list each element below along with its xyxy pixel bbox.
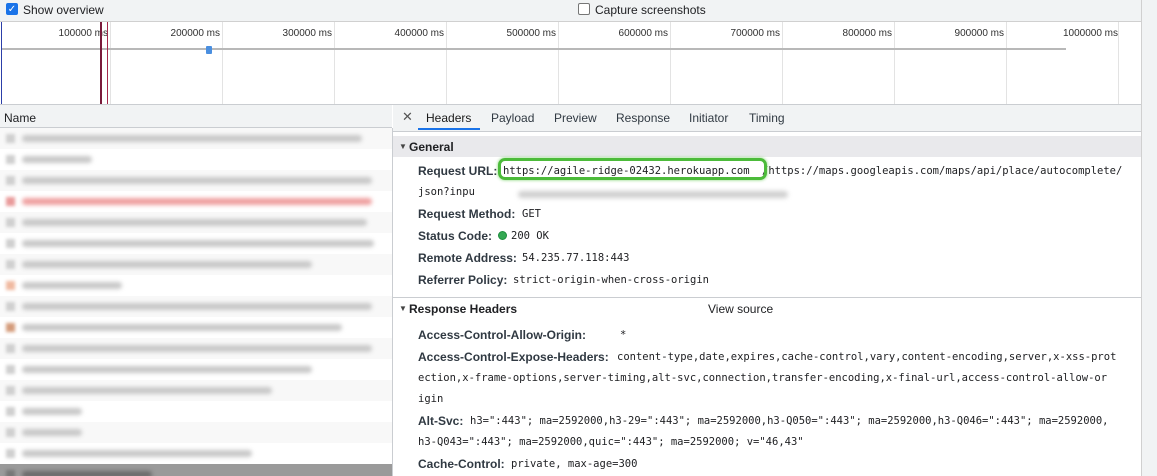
status-code-key: Status Code: (418, 229, 493, 243)
list-item[interactable] (0, 254, 392, 275)
list-item[interactable] (0, 401, 392, 422)
grid-line (894, 22, 895, 104)
list-item[interactable] (0, 464, 392, 476)
tick-label: 600000 ms (618, 28, 668, 39)
tick-label: 800000 ms (842, 28, 892, 39)
response-headers-title: Response Headers (409, 302, 518, 316)
right-scrollbar[interactable] (1141, 0, 1157, 476)
list-item[interactable] (0, 275, 392, 296)
list-item[interactable] (0, 338, 392, 359)
load-marker (107, 22, 108, 104)
cache-control-key: Cache-Control: (418, 457, 505, 471)
tab-response[interactable]: Response (616, 111, 670, 125)
remote-address-key: Remote Address: (418, 251, 517, 265)
tick-label: 400000 ms (394, 28, 444, 39)
tab-preview[interactable]: Preview (554, 111, 597, 125)
list-item[interactable] (0, 212, 392, 233)
redacted-query (518, 191, 788, 198)
grid-line (670, 22, 671, 104)
close-icon[interactable]: ✕ (402, 109, 413, 125)
details-tab-bar: ✕ Headers Payload Preview Response Initi… (393, 105, 1141, 132)
alt-svc-key: Alt-Svc: (418, 414, 464, 428)
aceh-key: Access-Control-Expose-Headers: (418, 350, 609, 364)
list-item[interactable] (0, 443, 392, 464)
load-marker (100, 22, 102, 104)
aceh-value-line1: content-type,date,expires,cache-control,… (617, 351, 1117, 363)
tick-label: 200000 ms (170, 28, 220, 39)
show-overview-label[interactable]: Show overview (23, 3, 104, 17)
list-item[interactable] (0, 128, 392, 149)
capture-screenshots-checkbox[interactable] (578, 3, 590, 15)
highlight-annotation (498, 158, 767, 180)
overview-timeline[interactable]: 100000 ms 200000 ms 300000 ms 400000 ms … (0, 22, 1141, 105)
grid-line (222, 22, 223, 104)
list-item[interactable] (0, 359, 392, 380)
grid-line (558, 22, 559, 104)
tick-label: 500000 ms (506, 28, 556, 39)
request-bar (206, 46, 212, 54)
tab-headers[interactable]: Headers (426, 111, 471, 125)
list-item[interactable] (0, 422, 392, 443)
grid-line (1118, 22, 1119, 104)
status-code-text: 200 OK (511, 230, 549, 242)
list-item[interactable] (0, 296, 392, 317)
grid-line (446, 22, 447, 104)
request-method-value: GET (522, 208, 541, 220)
network-settings-bar: ✓ Show overview Capture screenshots (0, 0, 1141, 22)
request-details-panel: ✕ Headers Payload Preview Response Initi… (393, 105, 1141, 476)
request-activity-track (2, 48, 1066, 50)
request-method-key: Request Method: (418, 207, 516, 221)
acao-value: * (620, 329, 627, 341)
request-url-continuation: json?inpu (418, 186, 475, 198)
tick-label: 1000000 ms (1062, 28, 1118, 39)
request-list[interactable] (0, 128, 393, 476)
active-tab-indicator (418, 128, 480, 130)
general-section-title: General (409, 140, 454, 154)
aceh-value-line3: igin (418, 393, 444, 405)
grid-line (334, 22, 335, 104)
capture-screenshots-label[interactable]: Capture screenshots (595, 3, 706, 17)
tick-label: 100000 ms (58, 28, 108, 39)
list-item[interactable] (0, 191, 392, 212)
tab-timing[interactable]: Timing (749, 111, 785, 125)
list-item[interactable] (0, 317, 392, 338)
grid-line (110, 22, 111, 104)
list-item[interactable] (0, 170, 392, 191)
referrer-policy-value: strict-origin-when-cross-origin (513, 274, 709, 286)
referrer-policy-key: Referrer Policy: (418, 273, 508, 287)
status-ok-icon (498, 231, 507, 240)
name-column-label: Name (4, 111, 37, 125)
show-overview-checkbox[interactable]: ✓ (6, 3, 18, 15)
dom-content-loaded-marker (1, 22, 2, 104)
tab-initiator[interactable]: Initiator (689, 111, 728, 125)
acao-key: Access-Control-Allow-Origin: (418, 328, 587, 342)
request-url-key: Request URL: (418, 164, 498, 178)
general-section-header[interactable]: ▼ General (393, 136, 1141, 157)
grid-line (1006, 22, 1007, 104)
view-source-link[interactable]: View source (708, 302, 773, 316)
list-item[interactable] (0, 380, 392, 401)
collapse-triangle-icon: ▼ (399, 142, 407, 151)
alt-svc-value-line1: h3=":443"; ma=2592000,h3-29=":443"; ma=2… (470, 415, 1109, 427)
tick-label: 300000 ms (282, 28, 332, 39)
collapse-triangle-icon: ▼ (399, 304, 407, 313)
aceh-value-line2: ection,x-frame-options,server-timing,alt… (418, 372, 1108, 384)
remote-address-value: 54.235.77.118:443 (522, 252, 630, 264)
tab-payload[interactable]: Payload (491, 111, 534, 125)
list-item[interactable] (0, 233, 392, 254)
tick-label: 700000 ms (730, 28, 780, 39)
name-column-header[interactable]: Name (0, 105, 392, 128)
status-code-value: 200 OK (498, 230, 549, 242)
list-item[interactable] (0, 149, 392, 170)
response-headers-section-header[interactable]: ▼ Response Headers View source (393, 297, 1141, 319)
cache-control-value: private, max-age=300 (511, 458, 638, 470)
tick-label: 900000 ms (954, 28, 1004, 39)
request-url-path: /https://maps.googleapis.com/maps/api/pl… (762, 165, 1123, 177)
alt-svc-value-line2: h3-Q043=":443"; ma=2592000,quic=":443"; … (418, 436, 804, 448)
grid-line (782, 22, 783, 104)
